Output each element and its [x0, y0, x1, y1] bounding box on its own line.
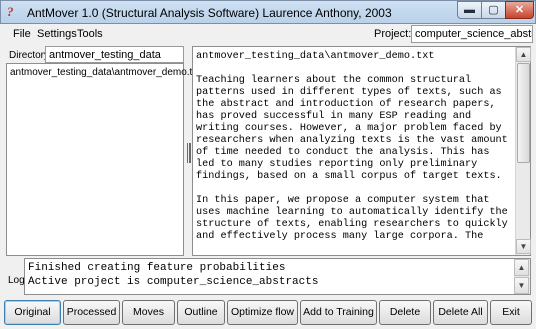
log-scroll-down-arrow-icon[interactable]: ▼ [514, 277, 529, 294]
directory-field[interactable]: antmover_testing_data [45, 46, 184, 63]
log-label: Log [8, 275, 25, 286]
project-label: Project: [374, 28, 412, 40]
moves-button[interactable]: Moves [122, 300, 175, 325]
add-to-training-button[interactable]: Add to Training [300, 300, 377, 325]
document-text: antmover_testing_data\antmover_demo.txt … [196, 51, 508, 242]
menu-settings[interactable]: Settings [37, 28, 77, 40]
app-icon: ? [7, 4, 14, 19]
splitter-grip[interactable] [187, 143, 191, 163]
file-list[interactable]: antmover_testing_data\antmover_demo.txt [6, 63, 200, 256]
log-scroll-up-arrow-icon[interactable]: ▲ [514, 259, 529, 276]
log-line: Finished creating feature probabilities [28, 262, 286, 274]
log-box[interactable]: Finished creating feature probabilities … [24, 258, 531, 295]
window-title: AntMover 1.0 (Structural Analysis Softwa… [27, 6, 392, 20]
optimize-flow-button[interactable]: Optimize flow [227, 300, 298, 325]
scroll-up-arrow-icon[interactable]: ▲ [516, 47, 531, 62]
close-button[interactable]: ✕ [505, 1, 534, 19]
scroll-thumb[interactable] [517, 63, 530, 163]
log-scrollbar[interactable]: ▲ ▼ [514, 259, 530, 294]
menu-file[interactable]: File [13, 28, 31, 40]
original-button[interactable]: Original [4, 300, 61, 325]
scroll-down-arrow-icon[interactable]: ▼ [516, 239, 531, 254]
exit-button[interactable]: Exit [490, 300, 532, 325]
viewer-scrollbar[interactable]: ▲ ▼ [515, 47, 531, 255]
title-bar: ? AntMover 1.0 (Structural Analysis Soft… [0, 0, 536, 24]
log-line: Active project is computer_science_abstr… [28, 276, 319, 288]
project-field[interactable]: computer_science_abstracts [411, 25, 533, 43]
file-list-item[interactable]: antmover_testing_data\antmover_demo.txt [10, 67, 200, 78]
directory-label: Directory [9, 50, 50, 61]
menu-tools[interactable]: Tools [77, 28, 103, 40]
maximize-button[interactable]: ▢ [481, 1, 506, 19]
processed-button[interactable]: Processed [63, 300, 120, 325]
minimize-button[interactable]: ▬ [457, 1, 482, 19]
outline-button[interactable]: Outline [177, 300, 225, 325]
delete-button[interactable]: Delete [379, 300, 431, 325]
delete-all-button[interactable]: Delete All [433, 300, 488, 325]
text-viewer[interactable]: antmover_testing_data\antmover_demo.txt … [192, 46, 531, 256]
